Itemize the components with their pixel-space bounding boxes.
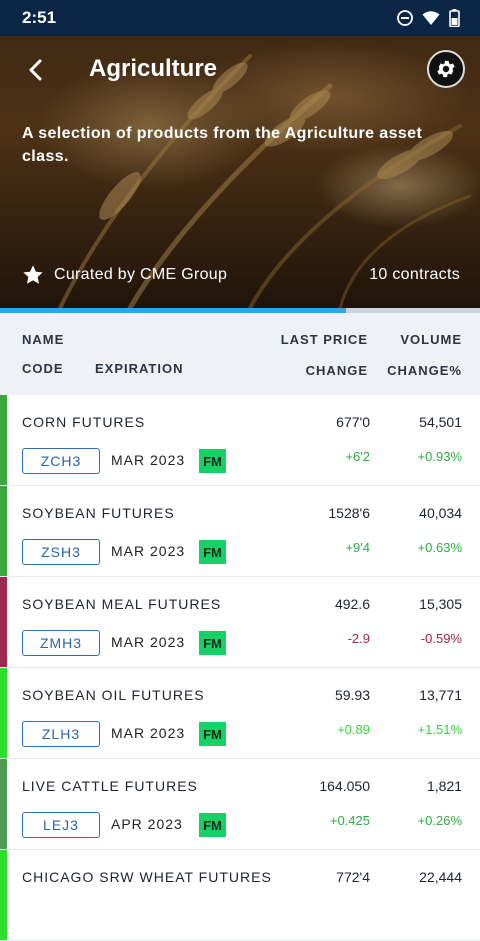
contract-name: CORN FUTURES	[22, 414, 146, 430]
price-change: +0.425	[329, 813, 370, 828]
contract-row[interactable]: LIVE CATTLE FUTURES LEJ3 APR 2023 FM 164…	[0, 759, 480, 850]
volume: 13,771	[419, 687, 462, 703]
row-trend-bar	[0, 577, 7, 667]
last-price: 59.93	[334, 687, 370, 703]
contract-row[interactable]: CORN FUTURES ZCH3 MAR 2023 FM 677'0 54,5…	[0, 395, 480, 486]
page-description: A selection of products from the Agricul…	[22, 125, 423, 165]
battery-icon	[449, 9, 460, 27]
page-title: Agriculture	[89, 55, 218, 82]
column-expiration[interactable]: EXPIRATION	[95, 361, 184, 376]
column-last-price[interactable]: LAST PRICE	[281, 332, 368, 347]
front-month-badge: FM	[199, 540, 226, 564]
volume: 15,305	[419, 596, 462, 612]
contract-row[interactable]: SOYBEAN FUTURES ZSH3 MAR 2023 FM 1528'6 …	[0, 486, 480, 577]
settings-button[interactable]	[427, 50, 465, 88]
front-month-badge: FM	[199, 449, 226, 473]
contract-expiration: MAR 2023	[111, 452, 186, 468]
price-change: +0.89	[337, 722, 370, 737]
price-change: -2.9	[347, 631, 370, 646]
gear-icon	[437, 60, 455, 78]
contract-name: SOYBEAN MEAL FUTURES	[22, 596, 222, 612]
contract-row[interactable]: SOYBEAN OIL FUTURES ZLH3 MAR 2023 FM 59.…	[0, 668, 480, 759]
last-price: 492.6	[334, 596, 370, 612]
contracts-count: 10 contracts	[369, 266, 460, 283]
contract-code-button[interactable]: LEJ3	[22, 812, 100, 838]
contract-code-button[interactable]: ZMH3	[22, 630, 100, 656]
curated-by: Curated by CME Group	[22, 264, 227, 286]
contract-row[interactable]: CHICAGO SRW WHEAT FUTURES 772'4 22,444	[0, 850, 480, 941]
price-change-pct: +0.26%	[417, 813, 462, 828]
contract-name: LIVE CATTLE FUTURES	[22, 778, 198, 794]
status-time: 2:51	[22, 8, 57, 27]
contract-expiration: MAR 2023	[111, 543, 186, 559]
column-volume[interactable]: VOLUME	[400, 332, 462, 347]
column-change-pct[interactable]: CHANGE%	[387, 363, 462, 378]
contract-row[interactable]: SOYBEAN MEAL FUTURES ZMH3 MAR 2023 FM 49…	[0, 577, 480, 668]
last-price: 677'0	[336, 414, 370, 430]
front-month-badge: FM	[199, 631, 226, 655]
front-month-badge: FM	[199, 813, 226, 837]
price-change-pct: +1.51%	[417, 722, 462, 737]
price-change: +9'4	[345, 540, 370, 555]
row-trend-bar	[0, 850, 7, 940]
price-change-pct: -0.59%	[420, 631, 462, 646]
price-change-pct: +0.93%	[417, 449, 462, 464]
column-name[interactable]: NAME	[22, 332, 64, 347]
row-trend-bar	[0, 668, 7, 758]
back-button[interactable]	[22, 56, 50, 84]
row-trend-bar	[0, 486, 7, 576]
curated-by-label: Curated by CME Group	[54, 266, 228, 283]
contract-expiration: APR 2023	[111, 816, 183, 832]
chevron-left-icon	[29, 59, 42, 81]
contract-expiration: MAR 2023	[111, 725, 186, 741]
last-price: 772'4	[336, 869, 370, 885]
column-change[interactable]: CHANGE	[306, 363, 368, 378]
row-trend-bar	[0, 759, 7, 849]
contract-expiration: MAR 2023	[111, 634, 186, 650]
contract-name: CHICAGO SRW WHEAT FUTURES	[22, 869, 272, 885]
hero-banner: Agriculture A selection of products from…	[0, 36, 480, 308]
contracts-list: CORN FUTURES ZCH3 MAR 2023 FM 677'0 54,5…	[0, 395, 480, 941]
wifi-icon	[422, 11, 440, 25]
contract-code-button[interactable]: ZCH3	[22, 448, 100, 474]
last-price: 1528'6	[328, 505, 370, 521]
contract-code-button[interactable]: ZSH3	[22, 539, 100, 565]
star-icon	[23, 265, 43, 284]
status-icons	[397, 9, 460, 27]
do-not-disturb-icon	[397, 10, 413, 26]
volume: 40,034	[419, 505, 462, 521]
front-month-badge: FM	[199, 722, 226, 746]
price-change-pct: +0.63%	[417, 540, 462, 555]
volume: 1,821	[426, 778, 462, 794]
column-code[interactable]: CODE	[22, 361, 64, 376]
volume: 54,501	[419, 414, 462, 430]
contract-name: SOYBEAN OIL FUTURES	[22, 687, 205, 703]
status-bar: 2:51	[0, 0, 480, 36]
column-header: NAME CODE EXPIRATION LAST PRICE VOLUME C…	[0, 313, 480, 395]
volume: 22,444	[419, 869, 462, 885]
last-price: 164.050	[319, 778, 370, 794]
row-trend-bar	[0, 395, 7, 485]
contract-code-button[interactable]: ZLH3	[22, 721, 100, 747]
contract-name: SOYBEAN FUTURES	[22, 505, 175, 521]
price-change: +6'2	[345, 449, 370, 464]
